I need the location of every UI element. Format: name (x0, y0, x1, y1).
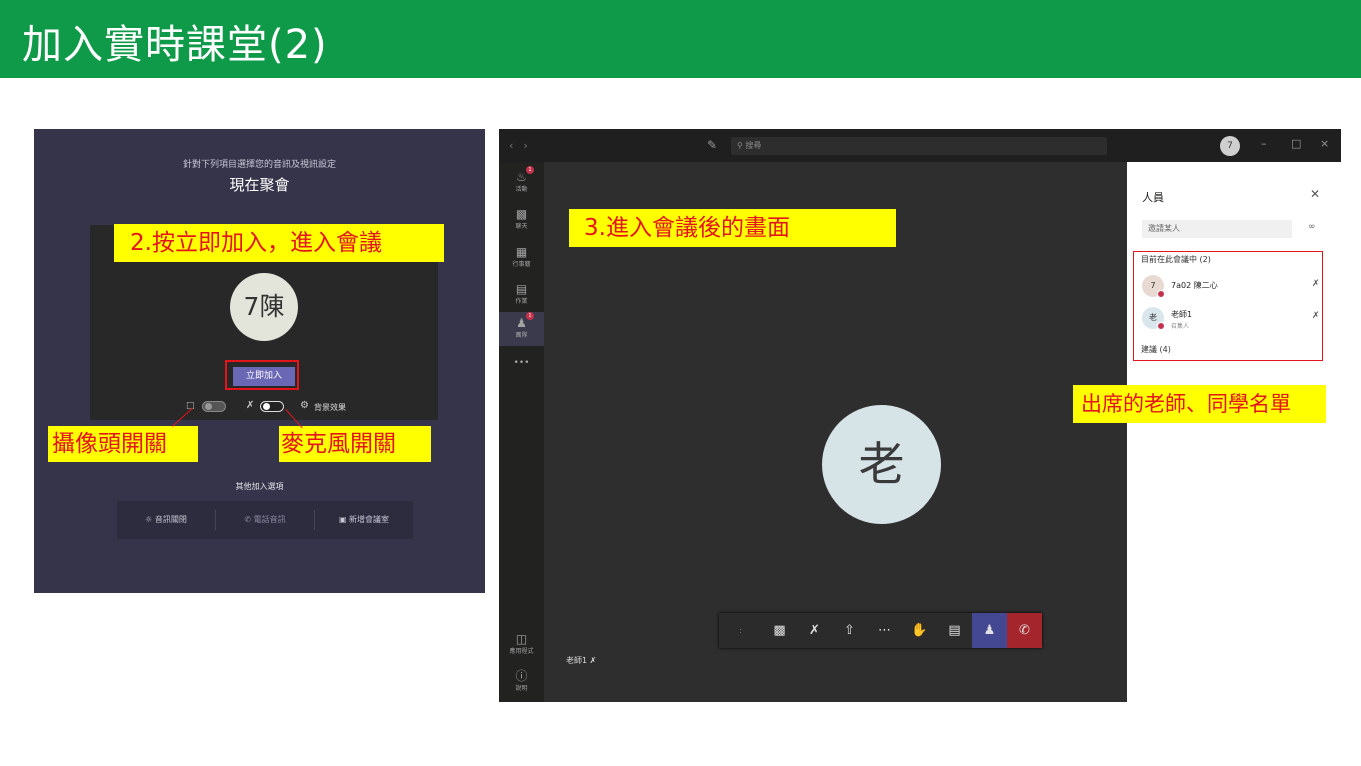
other-join-options-title: 其他加入選項 (235, 482, 284, 491)
rail-item-apps[interactable]: ◫ 應用程式 (499, 632, 544, 655)
mic-off-icon: ✗ (589, 656, 597, 665)
rail-item-activity[interactable]: ♨ 1 活動 (499, 166, 544, 193)
teams-icon: ♟ (516, 316, 527, 330)
apps-icon: ◫ (515, 632, 528, 646)
audio-off-option[interactable]: ☼ 音訊關閉 (117, 510, 216, 530)
mic-off-icon: ✗ (246, 400, 255, 411)
mic-off-icon[interactable]: ✗ (797, 613, 832, 648)
compose-icon[interactable]: ✎ (707, 138, 717, 152)
share-screen-icon[interactable]: ⇧ (832, 613, 867, 648)
link-icon[interactable]: ∞ (1308, 222, 1316, 232)
phone-audio-option[interactable]: ✆ 電話音訊 (216, 510, 315, 530)
search-input[interactable]: ⚲ 搜尋 (731, 137, 1107, 155)
presenter-avatar: 老 (822, 405, 941, 524)
in-meeting-section[interactable]: 目前在此會議中 (2) (1141, 254, 1211, 265)
room-icon: ▣ (338, 515, 350, 524)
raise-hand-icon[interactable]: ✋ (902, 613, 937, 648)
participant-role: 召集人 (1171, 323, 1190, 330)
teams-badge: 1 (526, 312, 534, 320)
mic-off-icon[interactable]: ✗ (1312, 311, 1320, 321)
maximize-button[interactable]: □ (1291, 137, 1301, 150)
self-video-label: 老師1 ✗ (566, 656, 597, 665)
bell-icon: ♨ (516, 170, 527, 184)
status-dot (1157, 290, 1165, 298)
profile-avatar[interactable]: 7 (1220, 136, 1240, 156)
rail-item-chat[interactable]: ▩ 聊天 (499, 207, 544, 230)
add-room-option[interactable]: ▣ 新增會議室 (315, 510, 413, 530)
annotation-camera: 攝像頭開關 (48, 426, 198, 462)
background-effects-icon[interactable]: ⚙ (300, 400, 309, 411)
minimize-button[interactable]: – (1261, 137, 1267, 150)
people-panel: 人員 ✕ 邀請某人 ∞ 目前在此會議中 (2) 7 7a02 陳二心 ✗ 老 老… (1127, 162, 1341, 702)
meeting-screenshot: ‹› ✎ ⚲ 搜尋 7 – □ × ♨ 1 活動 ▩ 聊天 ▦ 行事曆 ▤ 作業… (499, 129, 1341, 702)
annotation-attendees: 出席的老師、同學名單 (1073, 385, 1326, 423)
chat-icon: ▩ (515, 207, 528, 221)
suggested-section[interactable]: 建議 (4) (1141, 344, 1171, 355)
status-dot (1157, 322, 1165, 330)
chat-icon[interactable]: ▤ (937, 613, 972, 648)
participant-name: 老師1 (1171, 310, 1193, 319)
annotation-step2: 2.按立即加入，進入會議 (114, 224, 444, 262)
mic-off-icon[interactable]: ✗ (1312, 279, 1320, 289)
hang-up-icon[interactable]: ✆ (1007, 613, 1042, 648)
join-now-button[interactable]: 立即加入 (233, 367, 295, 386)
assignment-icon: ▤ (515, 282, 528, 296)
rail-item-help[interactable]: ⓘ 說明 (499, 669, 544, 692)
rail-item-teams[interactable]: ♟ 1 團隊 (499, 312, 544, 346)
rail-item-assignments[interactable]: ▤ 作業 (499, 282, 544, 305)
call-controls: : ▩ ✗ ⇧ ⋯ ✋ ▤ ♟ ✆ (719, 613, 1042, 648)
speaker-off-icon: ☼ (145, 515, 155, 524)
rail-more[interactable]: ••• (499, 358, 544, 368)
title-banner: 加入實時課堂(2) (0, 0, 1361, 78)
rail-item-calendar[interactable]: ▦ 行事曆 (499, 245, 544, 268)
title-bar: ‹› ✎ ⚲ 搜尋 7 – □ × (499, 129, 1341, 162)
close-icon[interactable]: ✕ (1310, 187, 1320, 201)
close-button[interactable]: × (1320, 137, 1329, 150)
participants-icon[interactable]: ♟ (972, 613, 1007, 648)
mic-toggle[interactable] (260, 401, 284, 412)
call-timer: : (739, 626, 742, 635)
nav-arrows[interactable]: ‹› (509, 139, 538, 152)
people-panel-title: 人員 (1142, 191, 1164, 204)
phone-icon: ✆ (244, 515, 254, 524)
background-effects-label[interactable]: 背景效果 (314, 402, 346, 413)
app-rail: ♨ 1 活動 ▩ 聊天 ▦ 行事曆 ▤ 作業 ♟ 1 團隊 ••• ◫ 應用程式… (499, 162, 544, 702)
camera-off-icon[interactable]: ▩ (762, 613, 797, 648)
more-actions-icon[interactable]: ⋯ (867, 613, 902, 648)
annotation-step3: 3.進入會議後的畫面 (569, 209, 896, 247)
participant-name: 7a02 陳二心 (1171, 281, 1218, 290)
participant-row[interactable]: 老 老師1 召集人 ✗ (1142, 307, 1332, 331)
annotation-mic: 麥克風開關 (279, 426, 431, 462)
activity-badge: 1 (526, 166, 534, 174)
prejoin-screenshot: 針對下列項目選擇您的音訊及視訊設定 現在聚會 7陳 立即加入 □ ✗ ⚙ 背景效… (34, 129, 485, 593)
prejoin-title: 現在聚會 (229, 176, 290, 194)
prejoin-hint: 針對下列項目選擇您的音訊及視訊設定 (182, 160, 336, 170)
audio-options-bar: ☼ 音訊關閉 ✆ 電話音訊 ▣ 新增會議室 (117, 501, 413, 539)
slide-title: 加入實時課堂(2) (22, 22, 328, 68)
help-icon: ⓘ (515, 669, 528, 683)
participant-row[interactable]: 7 7a02 陳二心 ✗ (1142, 275, 1332, 299)
avatar: 7陳 (230, 273, 298, 341)
invite-input[interactable]: 邀請某人 (1142, 220, 1292, 238)
calendar-icon: ▦ (515, 245, 528, 259)
camera-toggle[interactable] (202, 401, 226, 412)
